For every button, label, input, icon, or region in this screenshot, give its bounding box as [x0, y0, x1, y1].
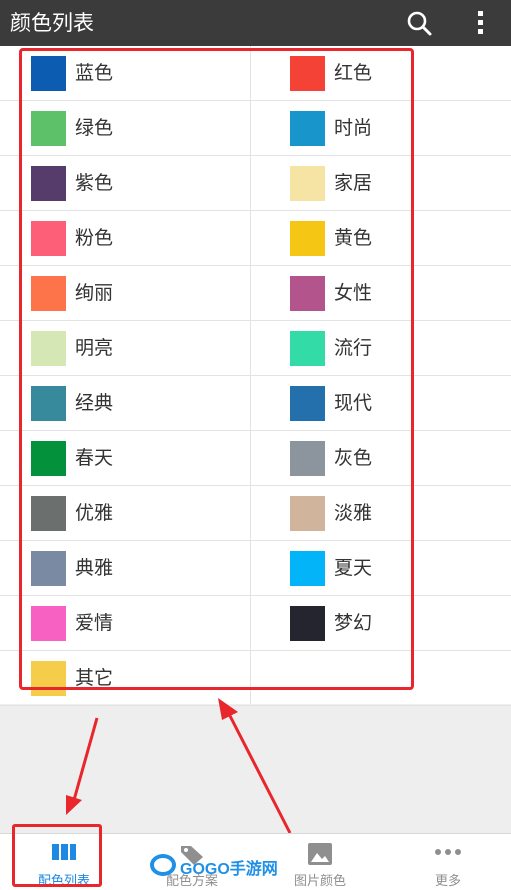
tab-more[interactable]: 更多	[384, 834, 511, 890]
watermark-text: GOGO手游网	[180, 861, 278, 878]
search-icon[interactable]	[404, 8, 436, 38]
highlight-box-list	[19, 48, 414, 690]
tab-label: 更多	[434, 874, 461, 889]
watermark-logo-icon	[150, 854, 176, 876]
highlight-box-tab	[12, 824, 102, 887]
more-vert-icon[interactable]	[468, 8, 492, 38]
image-icon	[307, 842, 333, 870]
more-horiz-icon	[434, 842, 462, 866]
page-title: 颜色列表	[10, 11, 94, 35]
app-bar: 颜色列表	[0, 0, 511, 46]
